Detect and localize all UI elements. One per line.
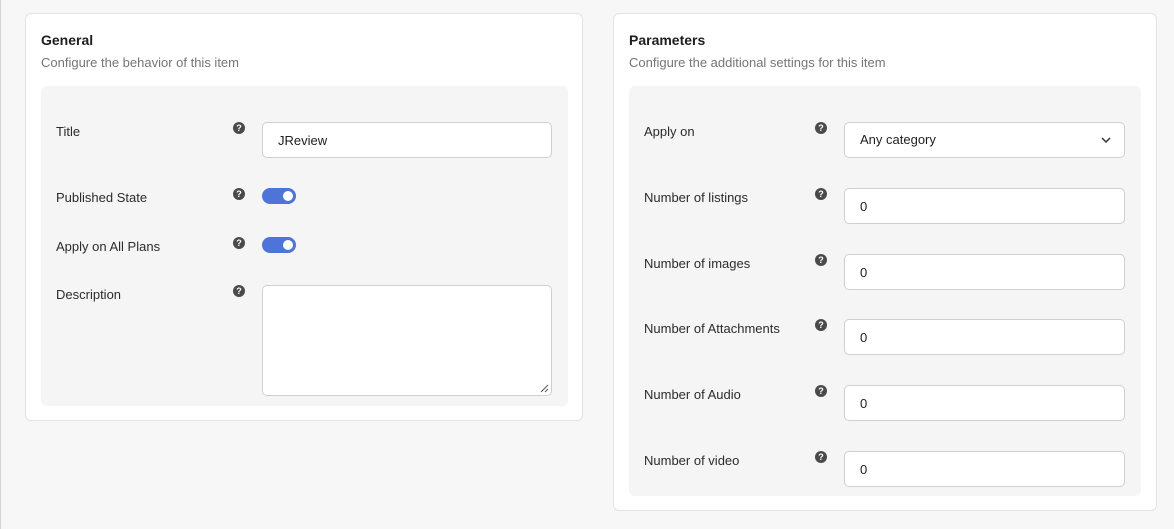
images-help-icon[interactable]: ? (815, 254, 827, 266)
parameters-subtitle: Configure the additional settings for th… (629, 55, 886, 70)
published-state-toggle[interactable] (262, 188, 296, 204)
apply-all-plans-toggle[interactable] (262, 237, 296, 253)
audio-label: Number of Audio (644, 387, 741, 402)
apply-on-label: Apply on (644, 124, 695, 139)
general-card: General Configure the behavior of this i… (25, 13, 583, 421)
listings-label: Number of listings (644, 190, 749, 205)
parameters-panel: Apply on ? Any category Number of listin… (629, 86, 1141, 496)
images-label: Number of images (644, 256, 751, 271)
description-help-icon[interactable]: ? (233, 285, 245, 297)
attachments-input[interactable] (844, 319, 1125, 355)
published-state-label: Published State (56, 190, 148, 205)
page: General Configure the behavior of this i… (0, 0, 1174, 529)
video-label: Number of video (644, 453, 740, 468)
audio-input[interactable] (844, 385, 1125, 421)
apply-on-select[interactable]: Any category (844, 122, 1125, 158)
listings-input[interactable] (844, 188, 1125, 224)
published-state-help-icon[interactable]: ? (233, 188, 245, 200)
video-input[interactable] (844, 451, 1125, 487)
general-title: General (41, 32, 94, 48)
attachments-label: Number of Attachments (644, 321, 780, 336)
video-help-icon[interactable]: ? (815, 451, 827, 463)
chevron-down-icon (1101, 137, 1111, 144)
description-label: Description (56, 287, 122, 302)
attachments-help-icon[interactable]: ? (815, 319, 827, 331)
parameters-card: Parameters Configure the additional sett… (613, 13, 1157, 511)
title-label: Title (56, 124, 81, 139)
title-help-icon[interactable]: ? (233, 122, 245, 134)
images-input[interactable] (844, 254, 1125, 290)
title-input[interactable] (262, 122, 552, 158)
apply-all-plans-label: Apply on All Plans (56, 239, 161, 254)
parameters-title: Parameters (629, 32, 706, 48)
description-wrapper (262, 285, 552, 396)
apply-on-selected-value: Any category (860, 132, 936, 147)
general-subtitle: Configure the behavior of this item (41, 55, 239, 70)
description-textarea[interactable] (262, 285, 552, 396)
apply-on-help-icon[interactable]: ? (815, 122, 827, 134)
general-panel: Title ? Published State ? Apply on All P… (41, 86, 568, 406)
listings-help-icon[interactable]: ? (815, 188, 827, 200)
resize-grip-icon[interactable] (540, 384, 549, 393)
audio-help-icon[interactable]: ? (815, 385, 827, 397)
toggle-knob (283, 191, 293, 201)
toggle-knob (283, 240, 293, 250)
apply-all-plans-help-icon[interactable]: ? (233, 237, 245, 249)
